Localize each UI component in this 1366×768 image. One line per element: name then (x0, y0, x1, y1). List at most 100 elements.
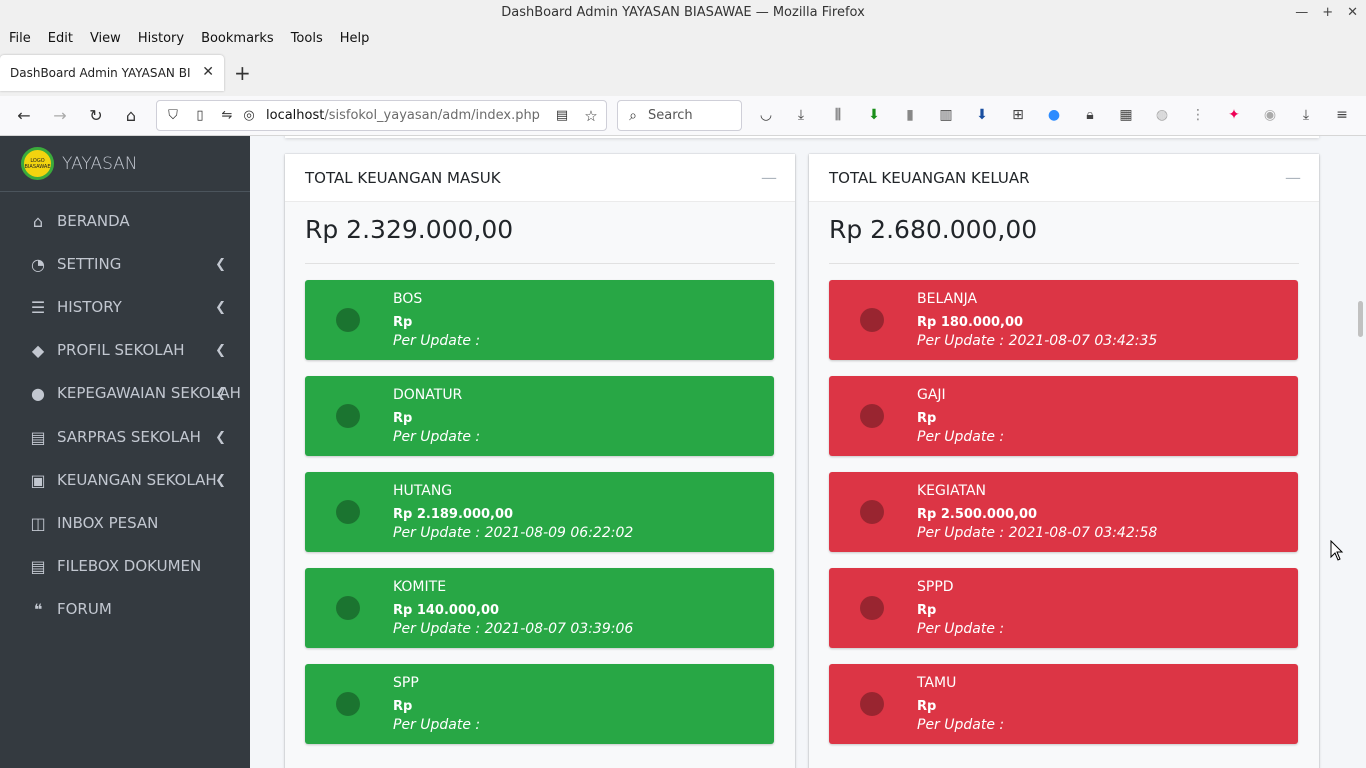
sidebar-item-forum[interactable]: ❝ FORUM (0, 589, 250, 629)
menu-file[interactable]: File (0, 31, 39, 46)
income-item: BOS Rp Per Update : (305, 280, 774, 360)
download-arrow-icon[interactable]: ⬇ (865, 106, 883, 124)
item-name: KOMITE (393, 579, 447, 595)
item-name: GAJI (917, 387, 946, 403)
item-update: Per Update : 2021-08-07 03:42:58 (917, 525, 1158, 541)
globe-icon[interactable]: ◍ (1153, 106, 1171, 124)
info-icon (336, 500, 360, 524)
bookmark-star-icon[interactable]: ☆ (581, 106, 601, 126)
item-name: BOS (393, 291, 423, 307)
downloads-icon[interactable]: ⤓ (792, 106, 810, 124)
sidebar-item-profil-sekolah[interactable]: ◆ PROFIL SEKOLAH ❮ (0, 330, 250, 370)
menu-view[interactable]: View (81, 31, 129, 46)
item-update: Per Update : (917, 621, 1005, 637)
menu-bookmarks[interactable]: Bookmarks (192, 31, 282, 46)
item-update: Per Update : (393, 717, 481, 733)
expense-item: TAMU Rp Per Update : (829, 664, 1298, 744)
sidebar-item-label: KEPEGAWAIAN SEKOLAH (57, 384, 241, 402)
reload-icon[interactable]: ↻ (86, 106, 106, 126)
color-extension-icon[interactable]: ✦ (1225, 106, 1243, 124)
sidebar-item-history[interactable]: ☰ HISTORY ❮ (0, 287, 250, 327)
item-name: KEGIATAN (917, 483, 987, 499)
tachometer-icon: ◔ (31, 254, 45, 274)
zoom-extension-icon[interactable]: ● (1045, 106, 1063, 124)
download-manager-icon[interactable]: ⤓ (1297, 106, 1315, 124)
info-icon (860, 692, 884, 716)
sidebar-item-label: SARPRAS SEKOLAH (57, 428, 201, 446)
reader-view-icon[interactable]: ▤ (552, 106, 572, 126)
home-icon[interactable]: ⌂ (121, 106, 141, 126)
sidebar-item-label: FORUM (57, 600, 112, 618)
maximize-icon[interactable]: + (1322, 0, 1333, 26)
search-placeholder: Search (648, 108, 693, 123)
record-extension-icon[interactable]: ◉ (1261, 106, 1279, 124)
sidebar-item-setting[interactable]: ◔ SETTING ❮ (0, 244, 250, 284)
menu-history[interactable]: History (129, 31, 192, 46)
page-icon[interactable]: ▯ (190, 106, 210, 126)
chevron-left-icon: ❮ (215, 256, 226, 272)
expense-item: SPPD Rp Per Update : (829, 568, 1298, 648)
info-icon (336, 404, 360, 428)
item-name: DONATUR (393, 387, 463, 403)
tab-close-icon[interactable]: ✕ (202, 64, 214, 80)
library-icon[interactable]: ⫼ (829, 106, 847, 124)
shield-icon[interactable]: ⛉ (163, 106, 183, 126)
menu-help[interactable]: Help (331, 31, 378, 46)
collapse-icon[interactable]: — (1285, 168, 1301, 187)
item-amount: Rp 180.000,00 (917, 315, 1024, 330)
expense-item: BELANJA Rp 180.000,00 Per Update : 2021-… (829, 280, 1298, 360)
list-icon: ☰ (30, 297, 46, 317)
menu-edit[interactable]: Edit (39, 31, 81, 46)
menu-tools[interactable]: Tools (282, 31, 331, 46)
chevron-left-icon: ❮ (215, 342, 226, 358)
income-item: HUTANG Rp 2.189.000,00 Per Update : 2021… (305, 472, 774, 552)
income-card: TOTAL KEUANGAN MASUK — Rp 2.329.000,00 B… (285, 154, 795, 768)
collapse-icon[interactable]: — (761, 168, 777, 187)
url-bar[interactable]: ⛉ ▯ ⇋ ◎ localhost/sisfokol_yayasan/adm/i… (156, 100, 607, 131)
tab-strip: DashBoard Admin YAYASAN BIASAWAE ✕ + (0, 50, 1366, 96)
menubar: File Edit View History Bookmarks Tools H… (0, 26, 1366, 50)
grid-extension-icon[interactable]: ⊞ (1009, 106, 1027, 124)
pocket-icon[interactable]: ◡ (757, 106, 775, 124)
save-extension-icon[interactable]: ⬇ (973, 106, 991, 124)
brand-link[interactable]: LOGO BIASAWAE YAYASAN (0, 136, 250, 192)
archive-icon: ▤ (30, 427, 46, 447)
sidebar-item-filebox-dokumen[interactable]: ▤ FILEBOX DOKUMEN (0, 546, 250, 586)
permissions-icon[interactable]: ⇋ (217, 106, 237, 126)
tab-dashboard[interactable]: DashBoard Admin YAYASAN BIASAWAE ✕ (0, 55, 224, 91)
url-text: localhost/sisfokol_yayasan/adm/index.php (266, 108, 540, 123)
minimize-icon[interactable]: — (1295, 0, 1308, 26)
close-window-icon[interactable]: ✕ (1347, 0, 1358, 26)
sidebar-toggle-icon[interactable]: ▥ (937, 106, 955, 124)
sidebar-item-inbox-pesan[interactable]: ◫ INBOX PESAN (0, 503, 250, 543)
extension-icon[interactable]: ▮ (901, 106, 919, 124)
item-update: Per Update : 2021-08-07 03:42:35 (917, 333, 1158, 349)
item-update: Per Update : 2021-08-09 06:22:02 (393, 525, 634, 541)
sidebar-item-sarpras-sekolah[interactable]: ▤ SARPRAS SEKOLAH ❮ (0, 417, 250, 457)
location-icon[interactable]: ◎ (239, 106, 259, 126)
sidebar-item-keuangan-sekolah[interactable]: ▣ KEUANGAN SEKOLAH ❮ (0, 460, 250, 500)
scrollbar-thumb[interactable] (1358, 301, 1363, 337)
info-icon (336, 308, 360, 332)
tab-title: DashBoard Admin YAYASAN BIASAWAE (10, 66, 190, 80)
search-box[interactable]: ⌕ Search (617, 100, 742, 131)
hamburger-menu-icon[interactable]: ≡ (1333, 106, 1351, 124)
info-icon (860, 596, 884, 620)
window-controls: — + ✕ (1295, 0, 1358, 26)
back-icon[interactable]: ← (14, 106, 34, 126)
mouse-cursor-icon (1330, 540, 1344, 561)
previous-card-edge (285, 136, 1319, 138)
new-tab-icon[interactable]: + (234, 62, 251, 84)
item-update: Per Update : (917, 429, 1005, 445)
lock-extension-icon[interactable]: 🔒︎ (1081, 106, 1099, 124)
chevron-left-icon: ❮ (215, 385, 226, 401)
sidebar-item-label: KEUANGAN SEKOLAH (57, 471, 217, 489)
extension-menu-icon[interactable]: ⋮ (1189, 106, 1207, 124)
page-scrollbar[interactable] (1354, 136, 1366, 768)
sidebar-item-kepegawaian-sekolah[interactable]: ● KEPEGAWAIAN SEKOLAH ❮ (0, 373, 250, 413)
qr-code-icon[interactable]: ▦ (1117, 106, 1135, 124)
item-amount: Rp 140.000,00 (393, 603, 500, 618)
forward-icon[interactable]: → (50, 106, 70, 126)
sidebar-item-beranda[interactable]: ⌂ BERANDA (0, 201, 250, 241)
info-icon (336, 692, 360, 716)
